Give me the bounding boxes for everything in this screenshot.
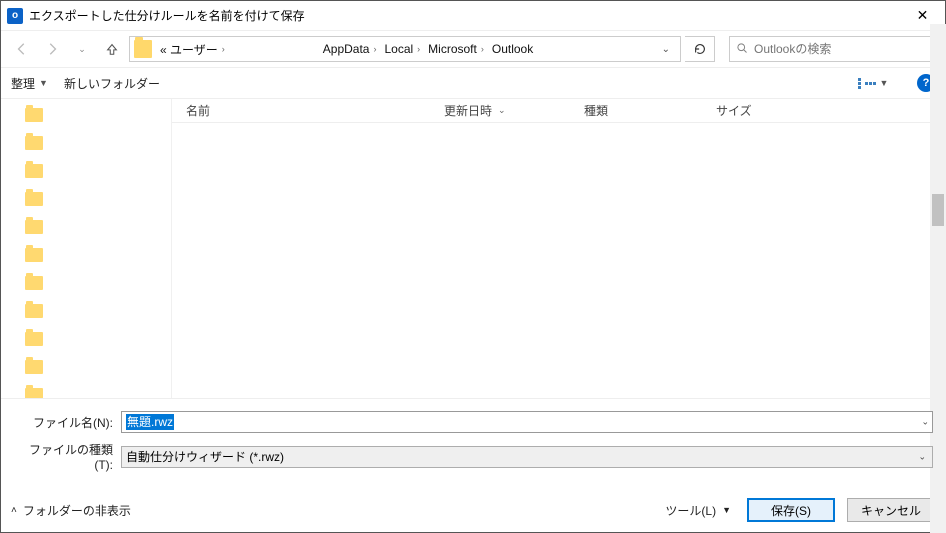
filename-label: ファイル名(N): — [13, 414, 121, 431]
folder-icon — [134, 40, 152, 58]
filetype-label: ファイルの種類(T): — [13, 441, 121, 472]
chevron-up-icon: ˄ — [11, 505, 17, 516]
window-title: エクスポートした仕分けルールを名前を付けて保存 — [29, 7, 900, 24]
filetype-caret-icon: ⌄ — [918, 451, 926, 462]
hide-folders-toggle[interactable]: ˄ フォルダーの非表示 — [11, 502, 131, 519]
folder-icon — [25, 276, 43, 290]
new-folder-button[interactable]: 新しいフォルダー — [64, 75, 160, 92]
app-icon: o — [7, 8, 23, 24]
breadcrumb-dropdown-icon[interactable]: ⌄ — [656, 44, 676, 55]
filetype-combobox[interactable]: 自動仕分けウィザード (*.rwz) ⌄ — [121, 446, 933, 468]
title-bar: o エクスポートした仕分けルールを名前を付けて保存 ✕ — [1, 1, 945, 31]
toolbar: 整理▼ 新しいフォルダー ▼ ? — [1, 67, 945, 99]
filetype-value: 自動仕分けウィザード (*.rwz) — [126, 448, 284, 465]
main-area: 名前 更新日時⌄ 種類 サイズ — [1, 99, 945, 399]
tree-folder-item[interactable] — [1, 353, 171, 381]
dialog-footer: ˄ フォルダーの非表示 ツール(L)▼ 保存(S) キャンセル — [1, 488, 945, 532]
tools-dropdown[interactable]: ツール(L)▼ — [665, 502, 731, 519]
save-button[interactable]: 保存(S) — [747, 498, 835, 522]
search-box[interactable] — [729, 36, 937, 62]
cancel-button[interactable]: キャンセル — [847, 498, 935, 522]
tree-folder-item[interactable] — [1, 157, 171, 185]
breadcrumb-prefix[interactable]: « ユーザー› — [156, 41, 229, 58]
breadcrumb-segment[interactable]: Microsoft› — [424, 42, 488, 56]
search-input[interactable] — [754, 42, 930, 56]
column-date[interactable]: 更新日時⌄ — [430, 102, 570, 119]
tree-folder-item[interactable] — [1, 241, 171, 269]
column-type[interactable]: 種類 — [570, 102, 702, 119]
breadcrumb-segment[interactable]: AppData› — [319, 42, 381, 56]
forward-button[interactable] — [39, 36, 65, 62]
breadcrumb-segment[interactable]: Local› — [380, 42, 424, 56]
folder-tree-pane[interactable] — [1, 99, 171, 398]
tree-folder-item[interactable] — [1, 325, 171, 353]
organize-button[interactable]: 整理▼ — [11, 75, 48, 92]
folder-icon — [25, 136, 43, 150]
view-mode-button[interactable]: ▼ — [853, 72, 893, 94]
column-size[interactable]: サイズ — [702, 102, 802, 119]
tree-folder-item[interactable] — [1, 297, 171, 325]
folder-icon — [25, 388, 43, 398]
sort-indicator-icon: ⌄ — [498, 105, 506, 116]
tree-folder-item[interactable] — [1, 381, 171, 398]
tree-folder-item[interactable] — [1, 269, 171, 297]
column-headers: 名前 更新日時⌄ 種類 サイズ — [172, 99, 945, 123]
save-fields: ファイル名(N): 無題.rwz ⌄ ファイルの種類(T): 自動仕分けウィザー… — [1, 399, 945, 488]
file-list-pane[interactable]: 名前 更新日時⌄ 種類 サイズ — [172, 99, 945, 398]
navigation-bar: ⌄ « ユーザー› AppData› Local› Microsoft› Out… — [1, 31, 945, 67]
folder-icon — [25, 164, 43, 178]
back-button[interactable] — [9, 36, 35, 62]
folder-icon — [25, 192, 43, 206]
tree-folder-item[interactable] — [1, 129, 171, 157]
folder-icon — [25, 220, 43, 234]
recent-dropdown[interactable]: ⌄ — [69, 36, 95, 62]
breadcrumb-segment[interactable]: Outlook — [488, 42, 537, 56]
tree-folder-item[interactable] — [1, 185, 171, 213]
folder-icon — [25, 332, 43, 346]
folder-icon — [25, 248, 43, 262]
folder-icon — [25, 360, 43, 374]
breadcrumb-bar[interactable]: « ユーザー› AppData› Local› Microsoft› Outlo… — [129, 36, 681, 62]
vertical-scrollbar[interactable] — [930, 99, 945, 399]
column-name[interactable]: 名前 — [172, 102, 430, 119]
scrollbar-thumb[interactable] — [932, 194, 944, 226]
refresh-button[interactable] — [685, 36, 715, 62]
up-button[interactable] — [99, 36, 125, 62]
folder-icon — [25, 304, 43, 318]
tree-folder-item[interactable] — [1, 101, 171, 129]
search-icon — [736, 42, 748, 57]
tree-folder-item[interactable] — [1, 213, 171, 241]
folder-icon — [25, 108, 43, 122]
filename-input[interactable] — [121, 411, 933, 433]
